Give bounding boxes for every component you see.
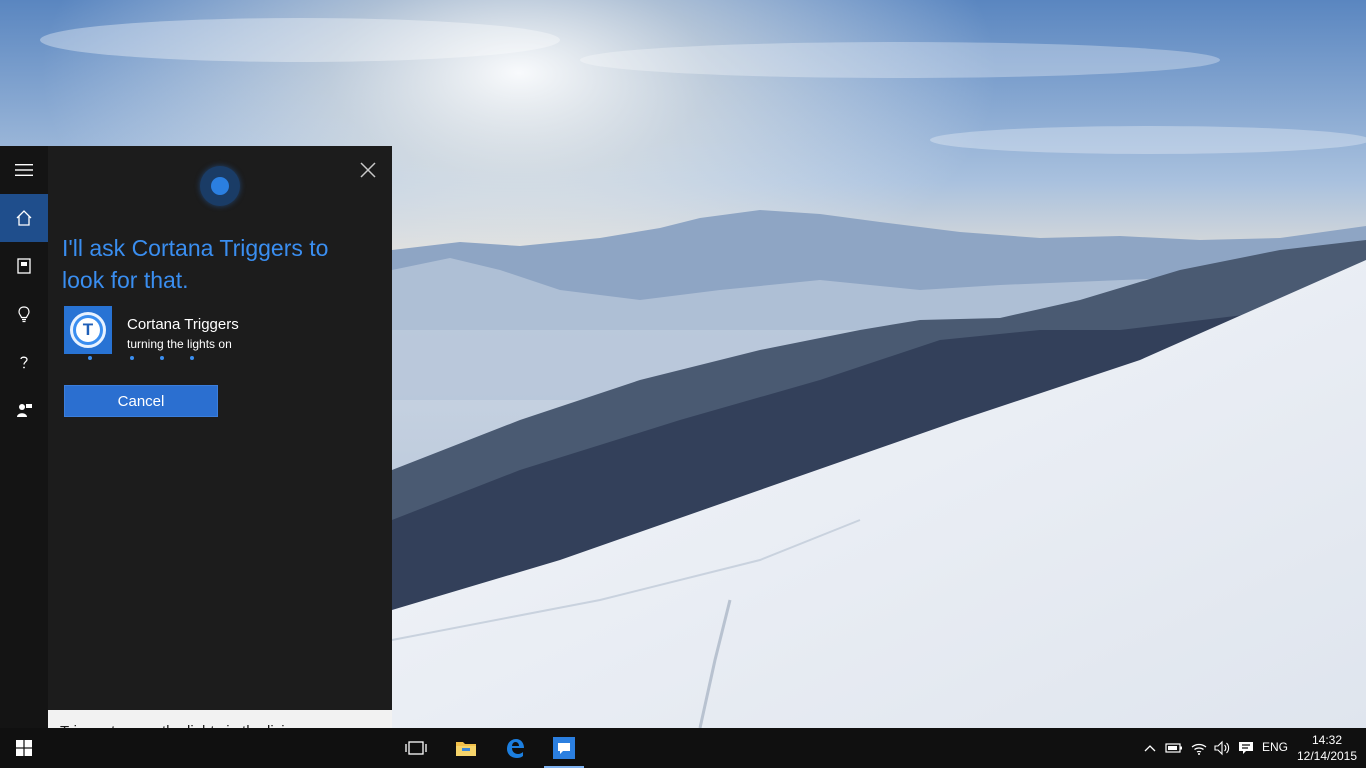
cortana-content: I'll ask Cortana Triggers to look for th… [48, 146, 392, 710]
app-logo: T [70, 312, 106, 348]
progress-dot [130, 356, 134, 360]
cortana-orb-icon [200, 166, 240, 206]
app-name: Cortana Triggers [127, 316, 239, 333]
clock[interactable]: 14:32 12/14/2015 [1292, 732, 1362, 764]
progress-dots [74, 356, 194, 362]
cortana-triggers-app-icon: T [64, 306, 112, 354]
edge-icon[interactable] [491, 728, 539, 768]
clock-time: 14:32 [1311, 733, 1343, 747]
app-result: T Cortana Triggers turning the lights on [64, 306, 364, 354]
help-icon[interactable] [0, 338, 48, 386]
notebook-icon[interactable] [0, 242, 48, 290]
cortana-triggers-icon[interactable] [540, 728, 588, 768]
feedback-icon[interactable] [0, 386, 48, 434]
progress-dot [190, 356, 194, 360]
progress-dot [88, 356, 92, 360]
cancel-button[interactable]: Cancel [64, 385, 218, 417]
app-status: turning the lights on [127, 337, 232, 351]
close-icon[interactable] [358, 160, 378, 180]
lightbulb-icon[interactable] [0, 290, 48, 338]
cortana-nav-rail [0, 146, 48, 728]
cortana-panel: I'll ask Cortana Triggers to look for th… [0, 146, 392, 768]
show-hidden-icons-icon[interactable] [1140, 728, 1160, 768]
battery-icon[interactable] [1163, 728, 1185, 768]
volume-icon[interactable] [1211, 728, 1233, 768]
cortana-response-text: I'll ask Cortana Triggers to look for th… [62, 235, 329, 293]
home-icon[interactable] [0, 194, 48, 242]
input-language[interactable]: ENG [1262, 740, 1288, 754]
network-icon[interactable] [1188, 728, 1210, 768]
clock-date: 12/14/2015 [1296, 749, 1358, 763]
progress-dot [160, 356, 164, 360]
app-logo-letter: T [76, 318, 100, 342]
menu-icon[interactable] [0, 146, 48, 194]
action-center-icon[interactable] [1235, 728, 1257, 768]
taskbar: ENG 14:32 12/14/2015 [0, 728, 1366, 768]
windows-start-icon[interactable] [0, 728, 48, 768]
file-explorer-icon[interactable] [442, 728, 490, 768]
task-view-icon[interactable] [392, 728, 440, 768]
